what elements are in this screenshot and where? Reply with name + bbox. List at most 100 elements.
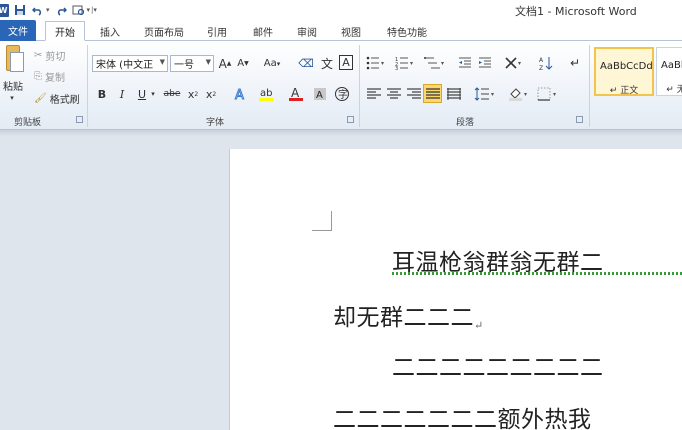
copy-label: 复制 — [45, 73, 65, 84]
shrink-font-button[interactable]: A ▼ — [236, 55, 250, 72]
svg-text:字: 字 — [338, 88, 348, 101]
font-name-select[interactable]: 宋体 (中文正 ▼ — [92, 55, 168, 72]
font-group-label: 字体 — [206, 118, 225, 128]
paragraph-launcher-icon[interactable] — [576, 116, 583, 123]
decrease-indent-icon[interactable] — [457, 55, 473, 71]
font-size-select[interactable]: 一号 ▼ — [170, 55, 214, 72]
superscript-button[interactable]: x2 — [204, 86, 218, 102]
group-separator — [589, 45, 590, 127]
ribbon-shadow — [0, 130, 682, 136]
tab-home[interactable]: 开始 — [45, 21, 85, 41]
document-line-4[interactable]: 二二二二二二二额外热我 — [333, 400, 592, 430]
tab-view[interactable]: 视图 — [338, 22, 364, 41]
svg-text:Z: Z — [539, 65, 543, 71]
tab-review[interactable]: 审阅 — [294, 22, 320, 41]
word-icon[interactable]: W — [0, 3, 9, 17]
chevron-down-icon: ▼ — [159, 58, 165, 66]
line-spacing-icon[interactable]: ▾ — [473, 85, 497, 102]
align-right-icon[interactable] — [406, 86, 421, 101]
svg-text:▾: ▾ — [553, 91, 556, 98]
show-formatting-marks-icon[interactable]: ↵ — [568, 54, 582, 72]
clipboard-group-label: 剪贴板 — [14, 118, 42, 128]
distributed-icon[interactable] — [446, 86, 461, 101]
title-bar: W ▾ ▾ |▾ 文档1 - Microsoft Word — [0, 0, 682, 20]
format-painter-button[interactable]: 🖌 格式刷 — [34, 92, 80, 106]
style-no-spacing[interactable]: AaBb ↵ 无 — [656, 47, 682, 96]
margin-corner-mark — [312, 211, 332, 231]
borders-icon[interactable]: ▾ — [536, 85, 560, 102]
underline-dropdown-icon[interactable]: ▾ — [149, 86, 157, 102]
svg-text:▾: ▾ — [491, 91, 494, 98]
bullets-icon[interactable]: ▾ — [365, 55, 387, 71]
tab-special-features[interactable]: 特色功能 — [383, 22, 431, 41]
enclose-characters-icon[interactable]: 字 — [333, 85, 351, 103]
multilevel-list-icon[interactable]: ▾ — [423, 55, 447, 71]
increase-indent-icon[interactable] — [477, 55, 493, 71]
font-color-icon[interactable]: A — [287, 85, 305, 103]
highlight-color-icon[interactable]: ab — [257, 85, 277, 103]
phonetic-guide-button[interactable]: 文 — [319, 54, 335, 72]
font-size-value: 一号 — [174, 60, 194, 71]
font-launcher-icon[interactable] — [347, 116, 354, 123]
sort-icon[interactable]: AZ — [538, 54, 554, 72]
document-workspace — [0, 130, 682, 430]
change-case-button[interactable]: Aa ▾ — [261, 55, 283, 72]
format-painter-icon: 🖌 — [34, 93, 47, 104]
print-preview-icon[interactable] — [72, 3, 86, 17]
paragraph-group-label: 段落 — [456, 118, 475, 128]
undo-icon[interactable] — [31, 3, 45, 17]
redo-icon[interactable] — [54, 3, 68, 17]
style-sample: AaBb — [661, 60, 682, 71]
tab-file[interactable]: 文件 — [0, 20, 36, 41]
italic-button[interactable]: I — [116, 86, 128, 102]
copy-button[interactable]: ⎘ 复制 — [34, 70, 65, 84]
strikethrough-button[interactable]: abe — [163, 86, 181, 102]
document-line-2-text: 却无群二二二 — [333, 305, 474, 331]
svg-text:3: 3 — [395, 66, 398, 70]
document-line-2[interactable]: 却无群二二二↵ — [333, 298, 484, 332]
shading-icon[interactable]: ▾ — [507, 85, 531, 102]
undo-dropdown-icon[interactable]: ▾ — [46, 6, 50, 14]
text-effects-icon[interactable]: A — [232, 85, 250, 103]
save-icon[interactable] — [13, 3, 27, 17]
paste-icon[interactable] — [2, 45, 24, 75]
align-center-icon[interactable] — [386, 86, 401, 101]
style-normal[interactable]: AaBbCcDd ↵ 正文 — [594, 47, 654, 96]
bold-button[interactable]: B — [96, 86, 108, 102]
customize-icon[interactable]: |▾ — [91, 6, 97, 14]
chinese-layout-icon[interactable]: ▾ — [503, 55, 525, 71]
quick-access-toolbar: W ▾ ▾ |▾ — [0, 2, 97, 18]
paste-button[interactable]: 粘贴 — [2, 79, 24, 93]
paste-dropdown-icon[interactable]: ▾ — [7, 93, 17, 103]
numbering-icon[interactable]: 1 2 3 ▾ — [394, 55, 416, 71]
character-border-button[interactable]: A — [339, 55, 353, 70]
tab-page-layout[interactable]: 页面布局 — [140, 22, 188, 41]
justify-icon[interactable] — [423, 84, 442, 103]
underline-button[interactable]: U — [136, 86, 148, 102]
cut-button[interactable]: ✂ 剪切 — [34, 49, 65, 63]
character-shading-icon[interactable]: A — [313, 85, 327, 103]
window-title: 文档1 - Microsoft Word — [515, 5, 637, 18]
tab-references[interactable]: 引用 — [204, 22, 230, 41]
subscript-button[interactable]: x2 — [186, 86, 200, 102]
shrink-font-label: A — [237, 58, 245, 69]
document-line-3[interactable]: 二二二二二二二二二 — [392, 348, 604, 382]
svg-text:▾: ▾ — [410, 60, 413, 67]
tab-insert[interactable]: 插入 — [96, 22, 124, 41]
clipboard-launcher-icon[interactable] — [76, 116, 83, 123]
svg-text:A: A — [235, 88, 244, 102]
format-painter-label: 格式刷 — [49, 95, 80, 106]
clear-format-icon[interactable]: ⌫ — [298, 55, 314, 72]
svg-text:▾: ▾ — [524, 91, 527, 98]
document-page[interactable] — [230, 149, 682, 430]
font-name-value: 宋体 (中文正 — [96, 60, 154, 71]
character-border-label: A — [342, 56, 350, 69]
grow-font-button[interactable]: A ▲ — [218, 55, 232, 72]
print-dropdown-icon[interactable]: ▾ — [87, 6, 91, 14]
group-separator — [87, 45, 88, 127]
paragraph-mark-icon: ↵ — [474, 319, 484, 332]
align-left-icon[interactable] — [366, 86, 381, 101]
tab-mailings[interactable]: 邮件 — [250, 22, 276, 41]
svg-text:▾: ▾ — [518, 60, 521, 67]
style-name: ↵ 正文 — [609, 86, 639, 96]
